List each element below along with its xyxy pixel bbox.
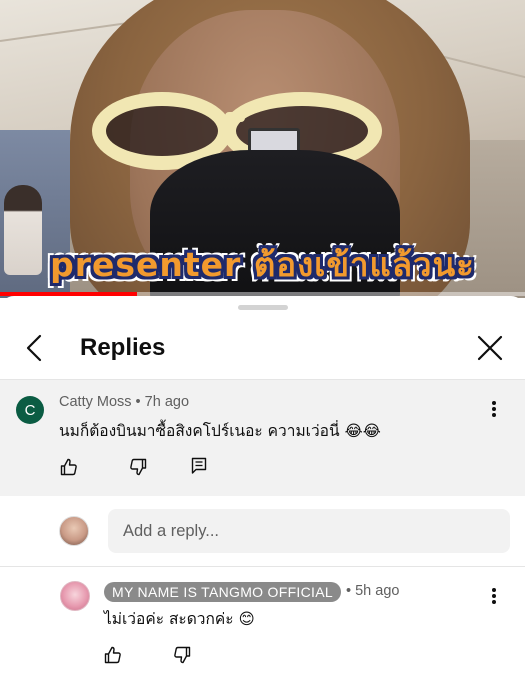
comment-author[interactable]: Catty Moss <box>59 394 132 410</box>
like-icon <box>60 458 77 476</box>
comment-time: 5h ago <box>355 583 400 599</box>
dislike-icon <box>130 458 147 476</box>
reply-input[interactable] <box>108 509 510 553</box>
reply-divider <box>0 566 525 567</box>
more-options-button[interactable] <box>482 584 506 608</box>
comment-meta: • 5h ago <box>346 583 399 599</box>
more-vert-icon <box>492 588 496 604</box>
meta-separator: • <box>346 583 352 599</box>
sunglasses-bridge <box>225 112 245 122</box>
sheet-drag-handle[interactable] <box>238 305 288 310</box>
more-options-button[interactable] <box>482 397 506 421</box>
close-icon <box>477 335 503 361</box>
dislike-button[interactable] <box>169 642 195 668</box>
creator-author-badge[interactable]: MY NAME IS TANGMO OFFICIAL <box>104 582 341 602</box>
comment-text: นมก็ต้องบินมาซื้อสิงคโปร์เนอะ ความเว่อนี… <box>59 422 381 440</box>
comment-text: ไม่เว่อค่ะ สะดวกค่ะ 😊 <box>104 610 255 628</box>
sheet-header: Replies <box>0 318 525 378</box>
more-vert-icon <box>492 401 496 417</box>
back-arrow-icon <box>26 334 42 362</box>
video-caption: presenter ต้องเข้าแล้วนะ <box>50 245 475 284</box>
parent-comment: C Catty Moss • 7h ago นมก็ต้องบินมาซื้อส… <box>0 380 525 496</box>
reply-comment: MY NAME IS TANGMO OFFICIAL • 5h ago ไม่เ… <box>0 570 525 700</box>
back-button[interactable] <box>14 328 54 368</box>
avatar[interactable] <box>60 581 90 611</box>
reply-icon <box>191 457 207 474</box>
add-reply-row <box>0 496 525 566</box>
dislike-icon <box>174 646 191 664</box>
comment-meta: Catty Moss • 7h ago <box>59 394 189 410</box>
current-user-avatar[interactable] <box>59 516 89 546</box>
like-button[interactable] <box>56 454 82 480</box>
close-button[interactable] <box>470 328 510 368</box>
avatar[interactable]: C <box>16 396 44 424</box>
reply-button[interactable] <box>186 453 212 479</box>
replies-sheet: Replies C Catty Moss • 7h ago นมก็ต้องบิ… <box>0 296 525 700</box>
sheet-title: Replies <box>80 334 166 361</box>
comment-time: 7h ago <box>144 394 190 410</box>
like-icon <box>104 646 121 664</box>
meta-separator: • <box>135 394 141 410</box>
dislike-button[interactable] <box>125 454 151 480</box>
video-player[interactable]: presenter ต้องเข้าแล้วนะ <box>0 0 525 298</box>
like-button[interactable] <box>100 642 126 668</box>
